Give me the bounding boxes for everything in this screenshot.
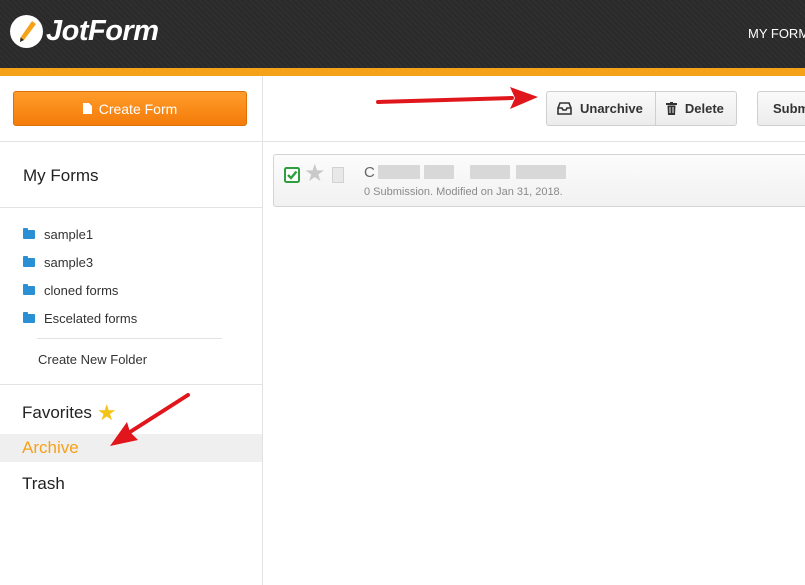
divider [0,207,262,208]
sidebar-item-favorites[interactable]: Favorites ★ [22,402,117,424]
form-meta-info: 0 Submission. Modified on Jan 31, 2018. [364,186,563,198]
folder-label: cloned forms [44,282,119,298]
logo-text: JotForm [46,15,159,47]
arrow-to-unarchive [376,96,514,104]
folder-icon [23,283,35,295]
sidebar: Create Form My Forms sample1 sample3 clo… [0,76,263,585]
top-header: JotForm MY FORMS [0,0,805,68]
divider [37,338,222,339]
logo-pencil-icon [10,15,43,48]
folder-label: sample3 [44,254,94,270]
unarchive-label: Unarchive [580,101,643,116]
trash-icon [665,102,677,115]
archive-label: Archive [22,438,79,457]
checkbox-checked-icon[interactable] [284,167,300,183]
header-accent-bar [0,68,805,76]
unarchive-button[interactable]: Unarchive [547,92,655,125]
folder-item-cloned-forms[interactable]: cloned forms [23,276,137,304]
folder-icon [23,227,35,239]
delete-button[interactable]: Delete [654,92,736,125]
form-title[interactable]: C [364,164,375,181]
arrow-head-icon [510,87,538,109]
folder-item-escelated-forms[interactable]: Escelated forms [23,304,137,332]
redacted-title-block [378,165,420,179]
action-button-group: Unarchive Delete [546,91,737,126]
form-document-icon [332,167,344,183]
folder-icon [23,311,35,323]
create-form-button[interactable]: Create Form [13,91,247,126]
document-icon [82,103,92,114]
star-icon: ★ [96,400,117,425]
folder-item-sample3[interactable]: sample3 [23,248,137,276]
jotform-logo[interactable]: JotForm [10,15,159,48]
jotform-page: JotForm MY FORMS Create Form My Forms sa… [0,0,805,585]
delete-label: Delete [684,101,724,116]
sidebar-item-archive[interactable]: Archive [0,434,262,462]
submissions-button[interactable]: Submissions [757,91,805,126]
create-new-folder-link[interactable]: Create New Folder [38,352,147,367]
folder-label: Escelated forms [44,310,138,326]
form-list-item[interactable]: ★ C 0 Submission. Modified on Jan 31, 20… [273,154,805,207]
favorites-label: Favorites [22,403,92,422]
redacted-title-block [470,165,510,179]
folder-icon [23,255,35,267]
redacted-title-block [516,165,566,179]
star-outline-icon[interactable]: ★ [304,162,326,186]
my-forms-title[interactable]: My Forms [23,166,99,186]
divider [0,141,262,142]
nav-my-forms-link[interactable]: MY FORMS [748,26,805,41]
folder-item-sample1[interactable]: sample1 [23,220,137,248]
divider [263,141,805,142]
create-form-label: Create Form [98,100,178,117]
folder-label: sample1 [44,226,94,242]
sidebar-item-trash[interactable]: Trash [22,474,65,494]
inbox-icon [557,102,572,115]
folder-list: sample1 sample3 cloned forms Escelated f… [23,220,137,332]
redacted-title-block [424,165,454,179]
divider [0,384,262,385]
